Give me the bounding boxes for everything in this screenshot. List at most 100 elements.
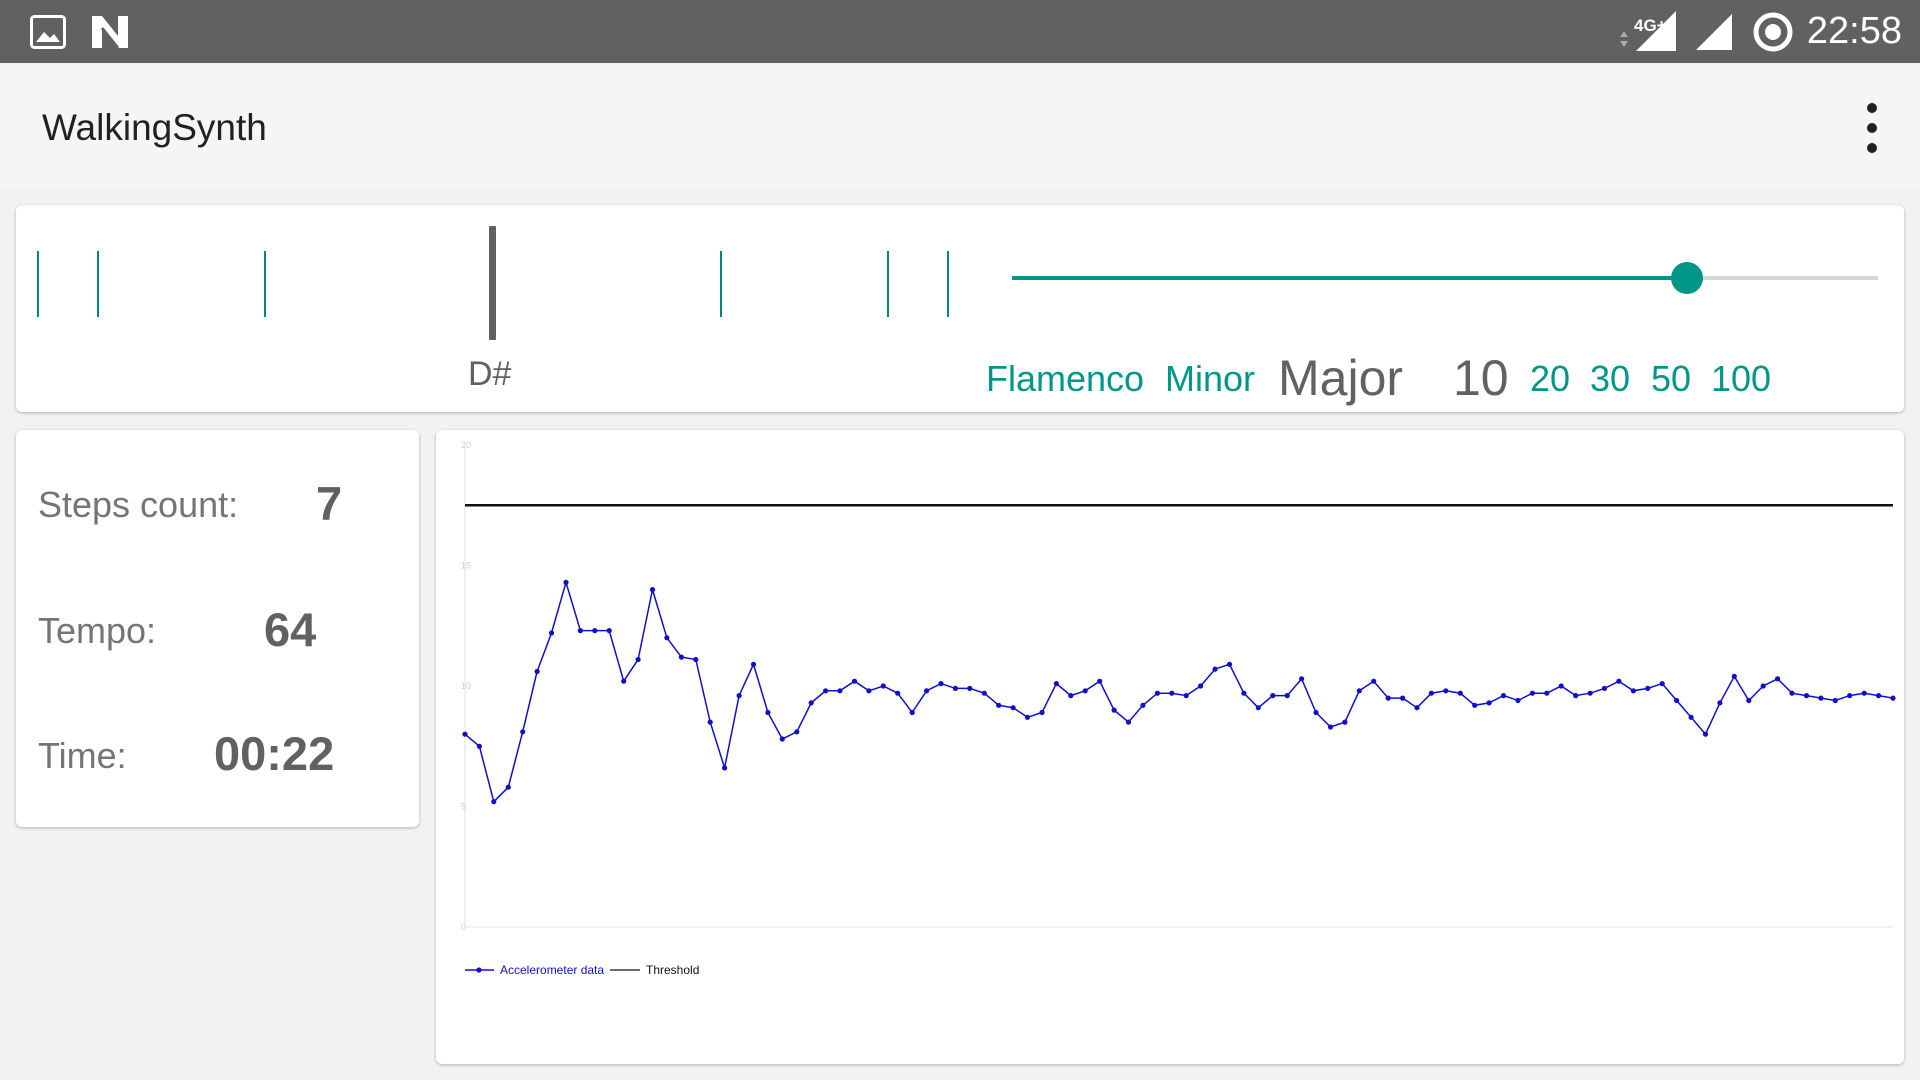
data-point	[1068, 693, 1074, 699]
data-point	[1024, 714, 1031, 720]
scale-option-minor[interactable]: Minor	[1165, 358, 1255, 400]
data-point	[765, 709, 771, 716]
legend-threshold-label: Threshold	[646, 963, 699, 977]
data-point	[1832, 697, 1838, 704]
y-tick-label: 5	[461, 802, 466, 812]
number-option-50[interactable]: 50	[1651, 358, 1691, 400]
data-point	[1299, 676, 1305, 682]
data-point	[1688, 714, 1694, 720]
data-point	[1342, 719, 1348, 725]
data-point	[621, 678, 627, 684]
data-point	[577, 628, 583, 634]
data-point	[1356, 688, 1362, 694]
time-label: Time:	[38, 735, 127, 776]
data-point	[722, 765, 728, 771]
y-tick-label: 0	[461, 922, 466, 932]
data-point	[981, 690, 987, 696]
data-point	[548, 630, 555, 636]
note-tick	[720, 251, 722, 317]
data-point	[1082, 688, 1088, 694]
data-point	[750, 661, 757, 667]
accelerometer-chart: 0 5 10 15 20 Accelerometer data Threshold	[461, 440, 1896, 977]
data-point	[1674, 697, 1680, 704]
data-point	[491, 799, 497, 805]
slider[interactable]	[1012, 262, 1878, 294]
data-point	[1212, 666, 1218, 672]
data-point	[1198, 683, 1204, 689]
accelerometer-line	[464, 579, 1894, 804]
time-value: 00:22	[214, 727, 335, 780]
data-point	[649, 587, 656, 593]
data-point	[678, 654, 684, 660]
data-point	[1818, 695, 1824, 701]
legend-accel-label: Accelerometer data	[500, 963, 604, 977]
data-point	[1775, 676, 1781, 682]
data-point	[1371, 678, 1377, 684]
current-note-label: D#	[468, 355, 512, 393]
number-option-30[interactable]: 30	[1590, 358, 1630, 400]
data-point	[909, 709, 915, 716]
sync-circle-icon	[1752, 0, 1794, 63]
data-point	[837, 688, 843, 694]
data-point	[1890, 695, 1896, 701]
data-point	[1414, 705, 1420, 711]
data-point	[1746, 697, 1752, 704]
data-point	[1529, 690, 1535, 696]
data-point	[1558, 683, 1564, 689]
data-point	[1428, 690, 1434, 696]
data-point	[563, 579, 569, 585]
data-point	[779, 736, 785, 742]
legend-accel-dot	[476, 967, 482, 973]
number-option-100[interactable]: 100	[1711, 358, 1771, 400]
note-tick	[887, 251, 889, 317]
data-point	[1876, 693, 1882, 699]
stats-card: Steps count: 7 Tempo: 64 Time: 00:22	[16, 430, 419, 827]
data-point	[736, 693, 742, 699]
data-point	[1169, 690, 1175, 696]
data-point	[1111, 707, 1117, 713]
slider-fill	[1012, 276, 1688, 280]
note-tick	[37, 251, 39, 317]
menu-dot	[1867, 143, 1877, 153]
note-tick	[97, 251, 99, 317]
data-point	[794, 729, 800, 735]
n-icon	[90, 0, 130, 63]
data-point	[707, 719, 713, 725]
data-point	[520, 729, 526, 735]
data-point	[1457, 690, 1463, 696]
data-point	[1601, 685, 1608, 691]
more-vert-icon[interactable]	[1852, 103, 1892, 153]
data-point	[1630, 688, 1636, 694]
number-option-20[interactable]: 20	[1530, 358, 1570, 400]
data-point	[967, 685, 973, 691]
scale-option-major[interactable]: Major	[1278, 349, 1403, 407]
data-point	[823, 688, 829, 694]
data-point	[1039, 709, 1045, 716]
scale-option-flamenco[interactable]: Flamenco	[986, 358, 1144, 400]
data-point	[1327, 724, 1334, 730]
slider-thumb[interactable]	[1671, 262, 1704, 294]
data-point	[693, 656, 699, 663]
data-point	[1486, 700, 1492, 706]
data-point	[1645, 685, 1651, 691]
chart-card: 0 5 10 15 20 Accelerometer data Threshold	[436, 430, 1904, 1064]
data-point	[1861, 690, 1867, 696]
signal-icon	[1694, 0, 1734, 63]
app-bar: WalkingSynth	[0, 63, 1920, 187]
data-point	[1241, 690, 1247, 696]
data-point	[1140, 702, 1146, 708]
data-point	[1053, 681, 1059, 687]
data-point	[1472, 702, 1478, 708]
data-point	[462, 731, 468, 737]
data-point	[1226, 661, 1233, 667]
data-point	[1515, 697, 1521, 704]
data-point	[1573, 693, 1579, 699]
number-option-10[interactable]: 10	[1453, 349, 1509, 407]
tempo-value: 64	[264, 603, 317, 656]
data-point	[1183, 693, 1189, 699]
app-title: WalkingSynth	[42, 107, 267, 148]
network-label: 4G+	[1634, 15, 1667, 35]
menu-dot	[1867, 103, 1877, 113]
data-point	[1097, 678, 1103, 684]
data-point	[1717, 700, 1723, 706]
